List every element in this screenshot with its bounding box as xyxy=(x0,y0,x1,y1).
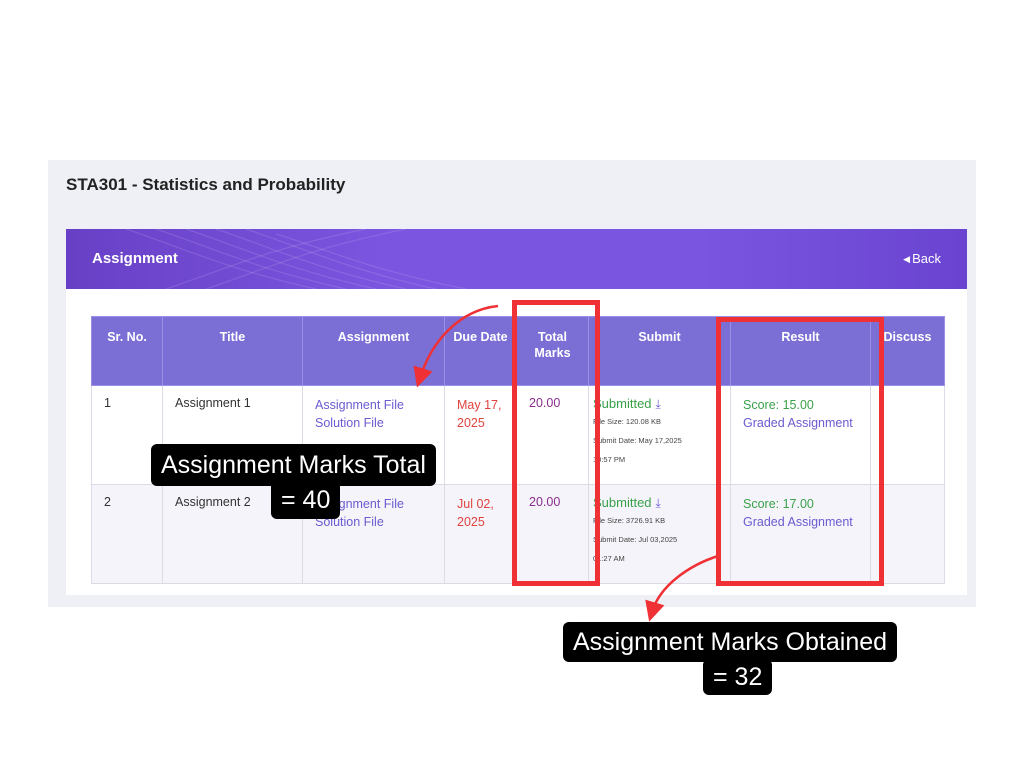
marks-total-callout: Assignment Marks Total xyxy=(151,444,436,486)
arrow-icon xyxy=(413,304,499,388)
marks-obtained-value: = 32 xyxy=(703,659,773,695)
marks-obtained-callout: Assignment Marks Obtained xyxy=(563,622,898,662)
marks-total-value: = 40 xyxy=(271,481,341,519)
arrow-icon xyxy=(645,554,719,622)
